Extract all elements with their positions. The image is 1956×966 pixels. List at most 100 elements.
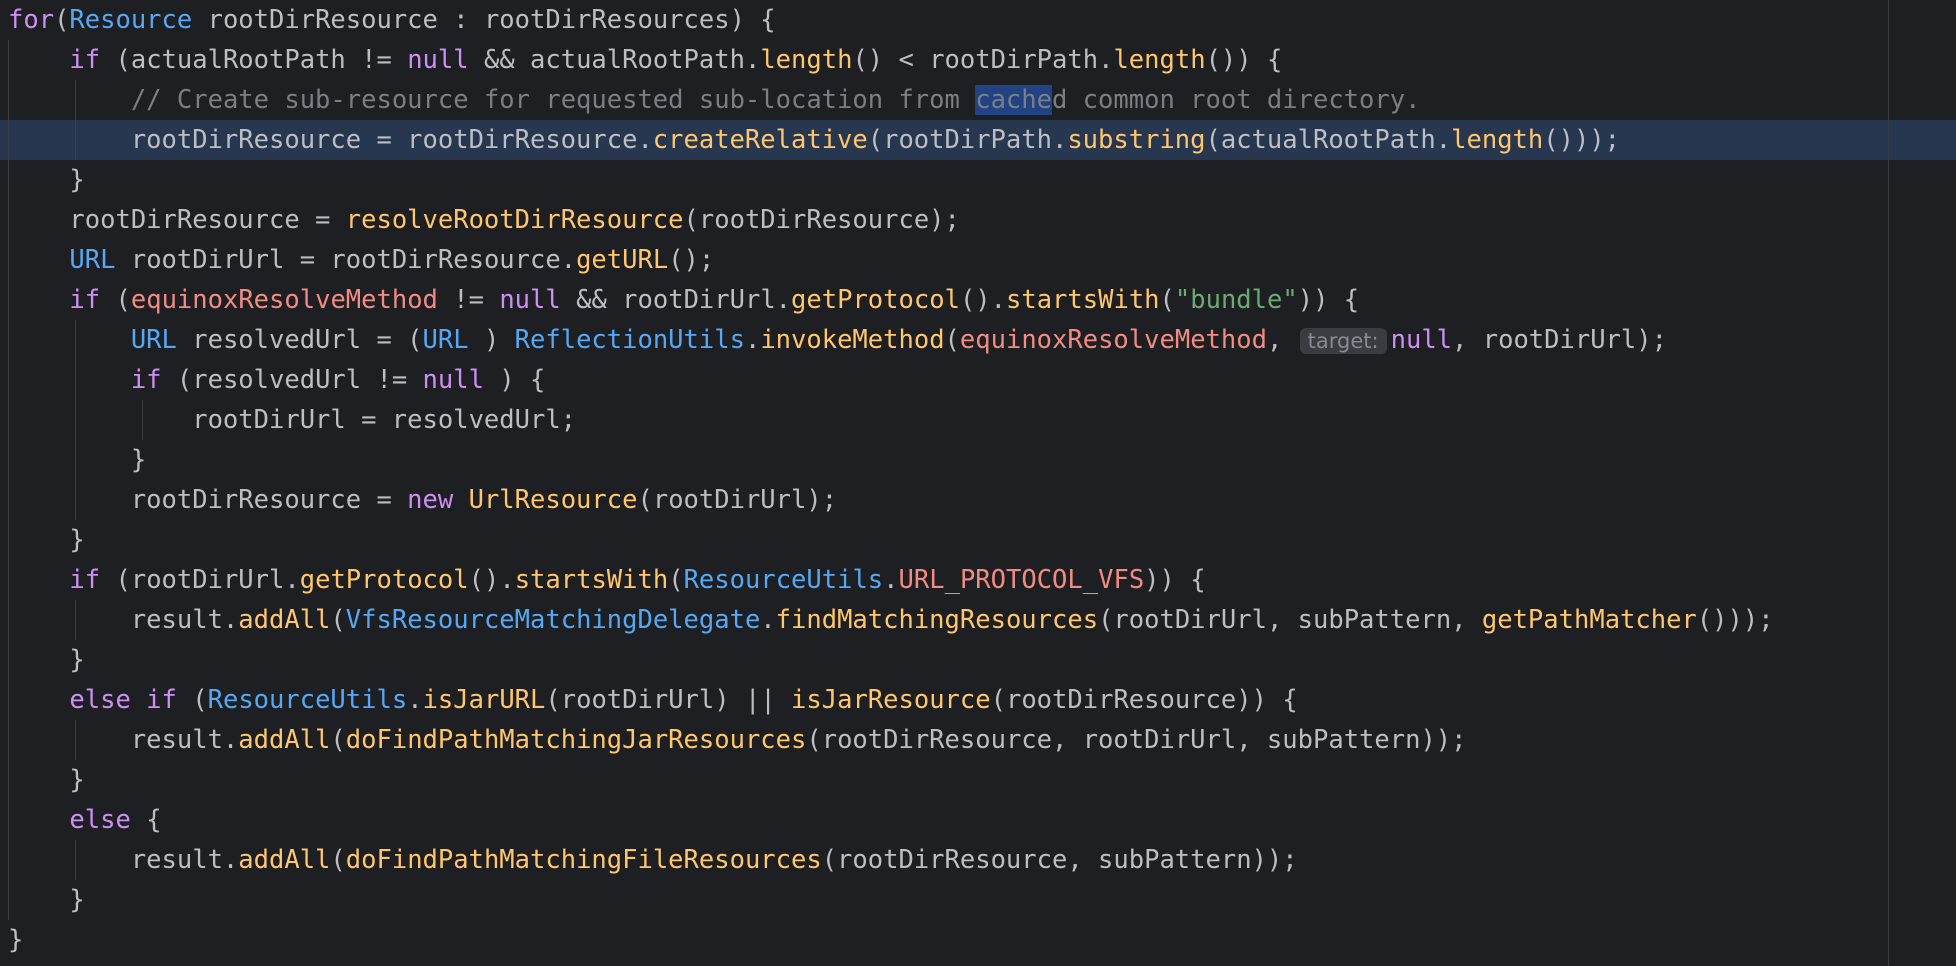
code-line[interactable]: URL rootDirUrl = rootDirResource.getURL(… <box>0 240 1956 280</box>
code-line[interactable]: result.addAll(doFindPathMatchingJarResou… <box>0 720 1956 760</box>
indent-guide <box>75 840 76 880</box>
code-line[interactable]: rootDirResource = resolveRootDirResource… <box>0 200 1956 240</box>
code-token: rootDirResource : rootDirResources) { <box>192 5 776 35</box>
code-token: ReflectionUtils <box>514 325 745 355</box>
code-token: ( <box>330 725 346 755</box>
code-line[interactable]: result.addAll(doFindPathMatchingFileReso… <box>0 840 1956 880</box>
code-line[interactable]: for(Resource rootDirResource : rootDirRe… <box>0 0 1956 40</box>
code-token: rootDirResource = <box>8 485 408 515</box>
code-line[interactable]: URL resolvedUrl = (URL ) ReflectionUtils… <box>0 320 1956 360</box>
code-token: (rootDirUrl) || <box>545 685 792 715</box>
code-token: result. <box>8 725 239 755</box>
code-line[interactable]: else if (ResourceUtils.isJarURL(rootDirU… <box>0 680 1956 720</box>
code-token: (actualRootPath. <box>1205 125 1452 155</box>
code-token: URL_PROTOCOL_VFS <box>898 565 1145 595</box>
code-token: (resolvedUrl != <box>161 365 423 395</box>
code-token: startsWith <box>1006 285 1160 315</box>
code-token: )) { <box>1144 565 1206 595</box>
code-token: } <box>8 165 85 195</box>
indent-guide <box>8 880 9 920</box>
code-token: if <box>69 565 101 595</box>
code-line[interactable]: rootDirUrl = resolvedUrl; <box>0 400 1956 440</box>
code-lines[interactable]: for(Resource rootDirResource : rootDirRe… <box>0 0 1956 960</box>
code-token: ) { <box>483 365 546 395</box>
code-line[interactable]: } <box>0 520 1956 560</box>
indent-guide <box>8 320 9 360</box>
code-token: cache <box>975 85 1052 115</box>
code-token: rootDirUrl = rootDirResource. <box>115 245 577 275</box>
indent-guide <box>8 520 9 560</box>
indent-guide <box>142 400 143 440</box>
indent-guide <box>75 720 76 760</box>
code-token: . <box>407 685 423 715</box>
parameter-hint: target: <box>1299 328 1387 354</box>
code-token: equinoxResolveMethod <box>959 325 1267 355</box>
code-token: () < rootDirPath. <box>852 45 1114 75</box>
code-token: if <box>69 45 101 75</box>
code-token: resolvedUrl = ( <box>176 325 423 355</box>
code-line[interactable]: if (equinoxResolveMethod != null && root… <box>0 280 1956 320</box>
code-line[interactable]: rootDirResource = new UrlResource(rootDi… <box>0 480 1956 520</box>
code-token: ( <box>944 325 960 355</box>
code-token: URL <box>69 245 116 275</box>
indent-guide <box>8 600 9 640</box>
code-line[interactable]: } <box>0 760 1956 800</box>
indent-guide <box>8 360 9 400</box>
code-token: ( <box>54 5 70 35</box>
code-token: doFindPathMatchingJarResources <box>345 725 807 755</box>
indent-guide <box>8 440 9 480</box>
code-token: ( <box>1159 285 1175 315</box>
code-token: (actualRootPath != <box>100 45 408 75</box>
code-token: ())); <box>1696 605 1774 635</box>
indent-guide <box>75 120 76 160</box>
code-token: "bundle" <box>1174 285 1298 315</box>
code-token: (rootDirResource)) { <box>990 685 1298 715</box>
code-token: rootDirResource = rootDirResource. <box>8 125 653 155</box>
code-token: new <box>407 485 454 515</box>
indent-guide <box>8 200 9 240</box>
code-token: ResourceUtils <box>207 685 408 715</box>
code-token: addAll <box>238 725 331 755</box>
code-token: null <box>499 285 561 315</box>
indent-guide <box>8 120 9 160</box>
code-token: result. <box>8 845 239 875</box>
indent-guide <box>75 80 76 120</box>
code-token: equinoxResolveMethod <box>130 285 438 315</box>
code-editor[interactable]: for(Resource rootDirResource : rootDirRe… <box>0 0 1956 966</box>
code-line[interactable]: } <box>0 640 1956 680</box>
code-token: (). <box>959 285 1006 315</box>
code-line[interactable]: if (actualRootPath != null && actualRoot… <box>0 40 1956 80</box>
code-line[interactable]: rootDirResource = rootDirResource.create… <box>0 120 1956 160</box>
code-token: VfsResourceMatchingDelegate <box>345 605 761 635</box>
code-token: (rootDirResource, subPattern)); <box>821 845 1298 875</box>
code-token: for <box>8 5 55 35</box>
code-token: null <box>407 45 469 75</box>
indent-guide <box>8 400 9 440</box>
code-token: addAll <box>238 845 331 875</box>
indent-guide <box>8 680 9 720</box>
code-token: invokeMethod <box>760 325 945 355</box>
code-line[interactable]: if (rootDirUrl.getProtocol().startsWith(… <box>0 560 1956 600</box>
indent-guide <box>8 480 9 520</box>
code-line[interactable]: if (resolvedUrl != null ) { <box>0 360 1956 400</box>
indent-guide <box>75 480 76 520</box>
code-line[interactable]: } <box>0 160 1956 200</box>
code-line[interactable]: else { <box>0 800 1956 840</box>
code-line[interactable]: // Create sub-resource for requested sub… <box>0 80 1956 120</box>
code-line[interactable]: } <box>0 440 1956 480</box>
code-line[interactable]: } <box>0 920 1956 960</box>
code-token: length <box>760 45 853 75</box>
code-token: ResourceUtils <box>683 565 884 595</box>
code-token: if <box>69 285 101 315</box>
code-token: (rootDirUrl. <box>100 565 300 595</box>
code-line[interactable]: result.addAll(VfsResourceMatchingDelegat… <box>0 600 1956 640</box>
code-token: result. <box>8 605 239 635</box>
code-token: length <box>1451 125 1544 155</box>
code-line[interactable]: } <box>0 880 1956 920</box>
